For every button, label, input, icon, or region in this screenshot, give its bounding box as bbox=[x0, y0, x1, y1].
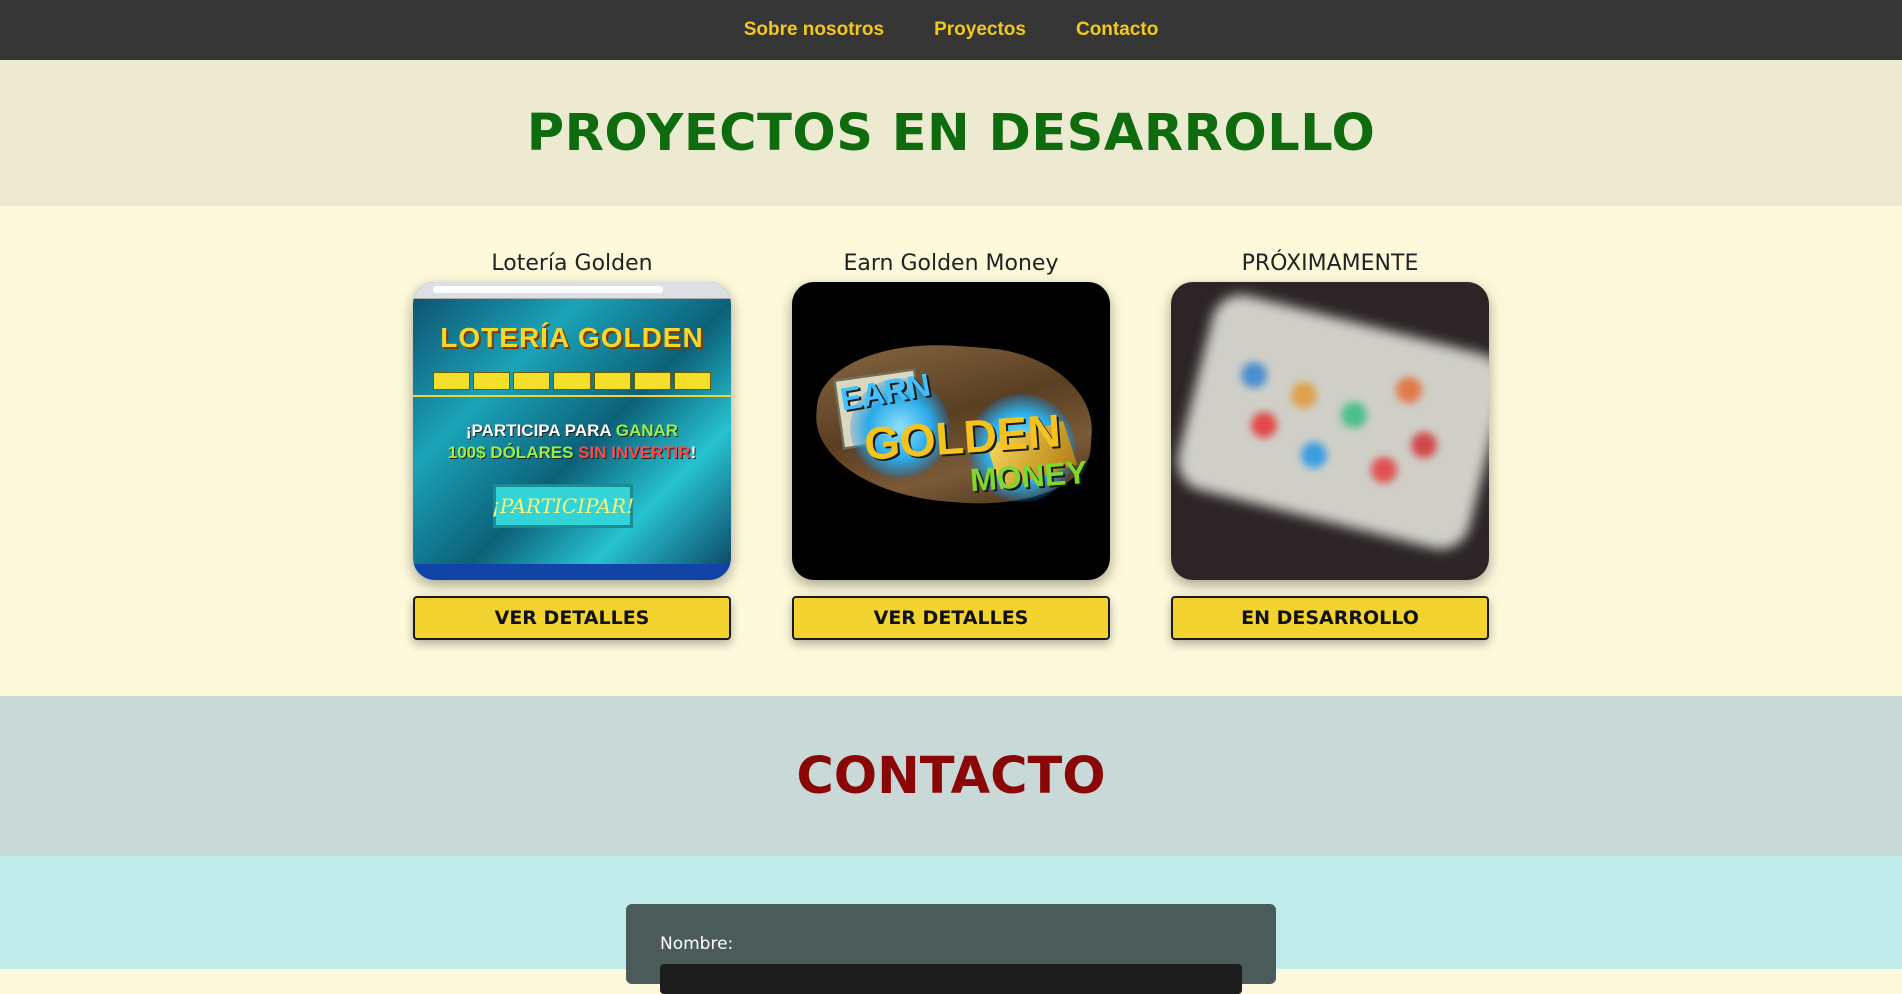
project-title: Earn Golden Money bbox=[843, 251, 1059, 276]
nav-link-sobre-nosotros[interactable]: Sobre nosotros bbox=[744, 19, 884, 41]
project-card-loteria: Lotería Golden LOTERÍA GOLDEN ¡PARTICIPA… bbox=[413, 246, 731, 640]
ver-detalles-button[interactable]: VER DETALLES bbox=[792, 596, 1110, 640]
project-title: PRÓXIMAMENTE bbox=[1241, 251, 1419, 276]
project-image-earn[interactable]: EARN GOLDEN MONEY bbox=[792, 282, 1110, 580]
ver-detalles-button[interactable]: VER DETALLES bbox=[413, 596, 731, 640]
image-heading: LOTERÍA GOLDEN bbox=[440, 322, 704, 353]
browser-bar bbox=[413, 282, 731, 299]
en-desarrollo-button[interactable]: EN DESARROLLO bbox=[1171, 596, 1489, 640]
taskbar bbox=[413, 564, 731, 580]
proyectos-title: PROYECTOS EN DESARROLLO bbox=[526, 103, 1376, 163]
projects-grid: Lotería Golden LOTERÍA GOLDEN ¡PARTICIPA… bbox=[0, 206, 1902, 696]
nombre-label: Nombre: bbox=[660, 934, 734, 954]
logo-word-money: MONEY bbox=[968, 453, 1089, 499]
contact-area: Nombre: bbox=[0, 856, 1902, 994]
nav-link-contacto[interactable]: Contacto bbox=[1076, 19, 1158, 41]
contacto-title: CONTACTO bbox=[796, 746, 1106, 806]
contacto-header: CONTACTO bbox=[0, 696, 1902, 856]
nav-link-proyectos[interactable]: Proyectos bbox=[934, 19, 1026, 41]
project-image-loteria[interactable]: LOTERÍA GOLDEN ¡PARTICIPA PARA GANAR 100… bbox=[413, 282, 731, 580]
project-title: Lotería Golden bbox=[491, 251, 653, 276]
project-card-earn: Earn Golden Money EARN GOLDEN MONEY VER … bbox=[792, 246, 1110, 640]
image-slogan: ¡PARTICIPA PARA GANAR 100$ DÓLARES SIN I… bbox=[447, 421, 697, 462]
proyectos-header: PROYECTOS EN DESARROLLO bbox=[0, 60, 1902, 206]
project-image-proximamente[interactable] bbox=[1171, 282, 1489, 580]
contact-form: Nombre: bbox=[626, 904, 1276, 994]
top-navigation: Sobre nosotros Proyectos Contacto bbox=[0, 0, 1902, 60]
project-card-proximamente: PRÓXIMAMENTE EN DESARROLLO bbox=[1171, 246, 1489, 640]
image-cta: ¡PARTICIPAR! bbox=[492, 484, 634, 528]
image-menu bbox=[433, 372, 711, 390]
